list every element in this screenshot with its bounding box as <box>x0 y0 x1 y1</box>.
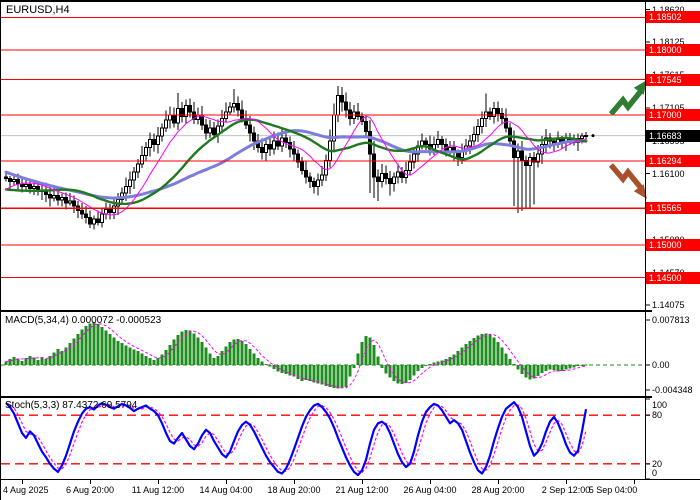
macd-tick-label: 0.007813 <box>652 315 690 325</box>
axis-tick-marks <box>22 9 650 484</box>
time-tick-label: 14 Aug 04:00 <box>199 485 252 495</box>
chart-canvas[interactable] <box>1 2 700 500</box>
time-tick-label: 11 Aug 12:00 <box>132 485 184 495</box>
time-tick-label: 21 Aug 12:00 <box>335 485 388 495</box>
stoch-tick-label: 80 <box>652 410 662 420</box>
time-tick-label: 28 Aug 20:00 <box>471 485 524 495</box>
macd-tick-label: -0.004348 <box>652 385 693 395</box>
last-price-marker-dot <box>592 134 595 137</box>
up-trend-arrow[interactable] <box>611 80 647 114</box>
stoch-tick-label: 0 <box>652 468 657 478</box>
price-tick-label: 1.14075 <box>652 300 685 310</box>
stoch-d-line <box>6 403 586 472</box>
down-trend-arrow[interactable] <box>611 165 647 199</box>
macd-histogram <box>5 322 588 389</box>
time-tick-label: 26 Aug 04:00 <box>403 485 456 495</box>
price-level-badge: 1.14500 <box>646 272 700 284</box>
price-level-badge: 1.15565 <box>646 202 700 214</box>
price-level-badge: 1.16294 <box>646 155 700 167</box>
stoch-tick-label: 100 <box>652 400 667 410</box>
macd-indicator-label: MACD(5,34,4) 0.000072 -0.000523 <box>5 315 161 326</box>
time-tick-label: 4 Aug 2025 <box>3 485 49 495</box>
chart-window: EURUSD,H4 MACD(5,34,4) 0.000072 -0.00052… <box>0 0 700 500</box>
time-tick-label: 18 Aug 20:00 <box>267 485 320 495</box>
price-level-badge: 1.15000 <box>646 239 700 251</box>
time-tick-label: 5 Sep 04:00 <box>589 485 638 495</box>
time-tick-label: 6 Aug 20:00 <box>66 485 114 495</box>
time-tick-label: 2 Sep 12:00 <box>542 485 591 495</box>
price-level-badge: 1.18502 <box>646 11 700 23</box>
symbol-timeframe-label: EURUSD,H4 <box>6 4 70 16</box>
price-tick-label: 1.16100 <box>652 169 685 179</box>
stoch-indicator-label: Stoch(5,3,3) 87.4372 69.5794 <box>5 400 137 411</box>
price-level-badge: 1.17545 <box>646 74 700 86</box>
price-level-badge: 1.17000 <box>646 109 700 121</box>
macd-tick-label: 0.00 <box>652 360 670 370</box>
price-level-badge: 1.18000 <box>646 44 700 56</box>
current-price-badge: 1.16683 <box>646 130 700 142</box>
